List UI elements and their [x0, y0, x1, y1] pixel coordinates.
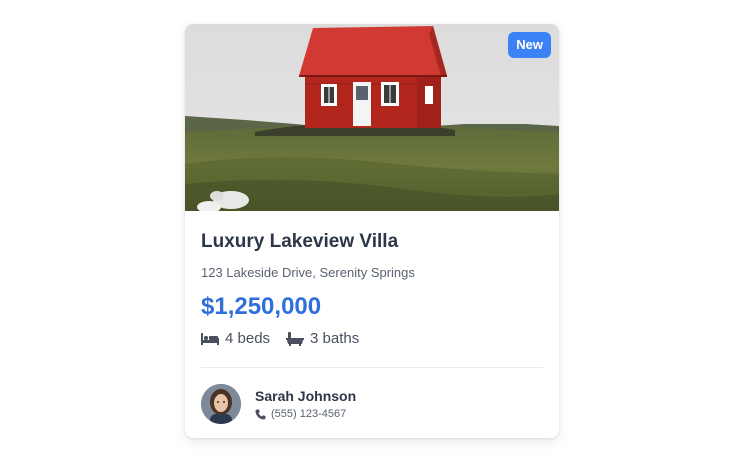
property-title[interactable]: Luxury Lakeview Villa [201, 231, 543, 253]
agent-section[interactable]: Sarah Johnson (555) 123-4567 [201, 368, 543, 424]
property-price: $1,250,000 [201, 293, 322, 320]
avatar[interactable] [201, 384, 241, 424]
bath-icon [286, 332, 305, 346]
new-badge: New [508, 32, 551, 58]
baths-feature: 3 baths [286, 329, 359, 349]
bed-icon [201, 332, 219, 346]
property-features: 4 beds 3 baths [201, 329, 543, 349]
agent-name[interactable]: Sarah Johnson [255, 387, 356, 405]
property-card[interactable]: New Luxury Lakeview Villa 123 Lakeside D… [185, 24, 559, 438]
beds-label: 4 beds [225, 330, 271, 347]
house-photo [185, 24, 559, 211]
beds-feature: 4 beds [201, 329, 270, 349]
phone-icon [255, 409, 266, 420]
property-address: 123 Lakeside Drive, Serenity Springs [201, 265, 415, 280]
baths-label: 3 baths [310, 330, 360, 347]
agent-phone[interactable]: (555) 123-4567 [255, 407, 356, 421]
property-image[interactable]: New [185, 24, 559, 211]
agent-phone-number: (555) 123-4567 [271, 408, 347, 420]
